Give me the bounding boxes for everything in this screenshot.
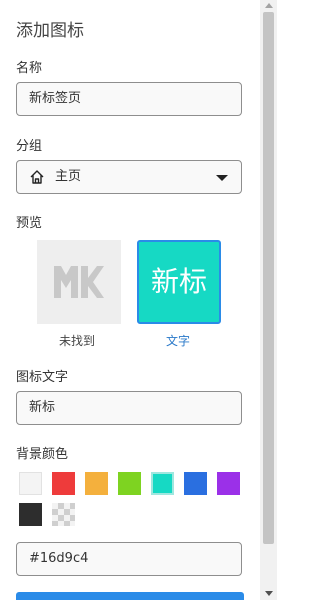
swatch-orange[interactable]: [85, 472, 108, 495]
preview-label: 预览: [16, 216, 43, 231]
group-label: 分组: [16, 139, 43, 154]
home-icon: [30, 170, 44, 184]
add-icon-panel: 添加图标 名称 新标签页 分组 主页 预览 新标 未找到 文字 图标文字 新标 …: [0, 0, 260, 600]
name-label: 名称: [16, 61, 43, 76]
preview-missing-option[interactable]: [37, 240, 121, 324]
mk-logo-placeholder-icon: [54, 266, 104, 298]
swatch-teal[interactable]: [151, 472, 174, 495]
scroll-down-arrow-icon[interactable]: [265, 591, 273, 596]
name-input[interactable]: 新标签页: [16, 82, 242, 116]
group-select-value: 主页: [55, 169, 82, 184]
swatch-white[interactable]: [19, 472, 42, 495]
swatch-purple[interactable]: [217, 472, 240, 495]
icon-text-label: 图标文字: [16, 370, 69, 385]
icon-text-input[interactable]: 新标: [16, 391, 242, 425]
submit-button[interactable]: [16, 592, 244, 600]
group-select[interactable]: 主页: [16, 160, 242, 194]
swatch-black[interactable]: [19, 503, 42, 526]
chevron-down-icon: [216, 175, 228, 181]
preview-missing-caption: 未找到: [59, 334, 96, 348]
swatch-red[interactable]: [52, 472, 75, 495]
preview-text-caption: 文字: [166, 334, 191, 348]
swatch-transparent[interactable]: [52, 503, 75, 526]
bg-color-label: 背景颜色: [16, 447, 69, 462]
swatch-green[interactable]: [118, 472, 141, 495]
panel-title: 添加图标: [16, 21, 84, 41]
preview-text-glyph: 新标: [150, 265, 207, 298]
swatch-blue[interactable]: [184, 472, 207, 495]
color-hex-input[interactable]: #16d9c4: [16, 542, 242, 576]
scroll-up-arrow-icon[interactable]: [265, 3, 273, 8]
preview-text-option[interactable]: 新标: [137, 240, 221, 324]
scrollbar-thumb[interactable]: [263, 12, 274, 544]
